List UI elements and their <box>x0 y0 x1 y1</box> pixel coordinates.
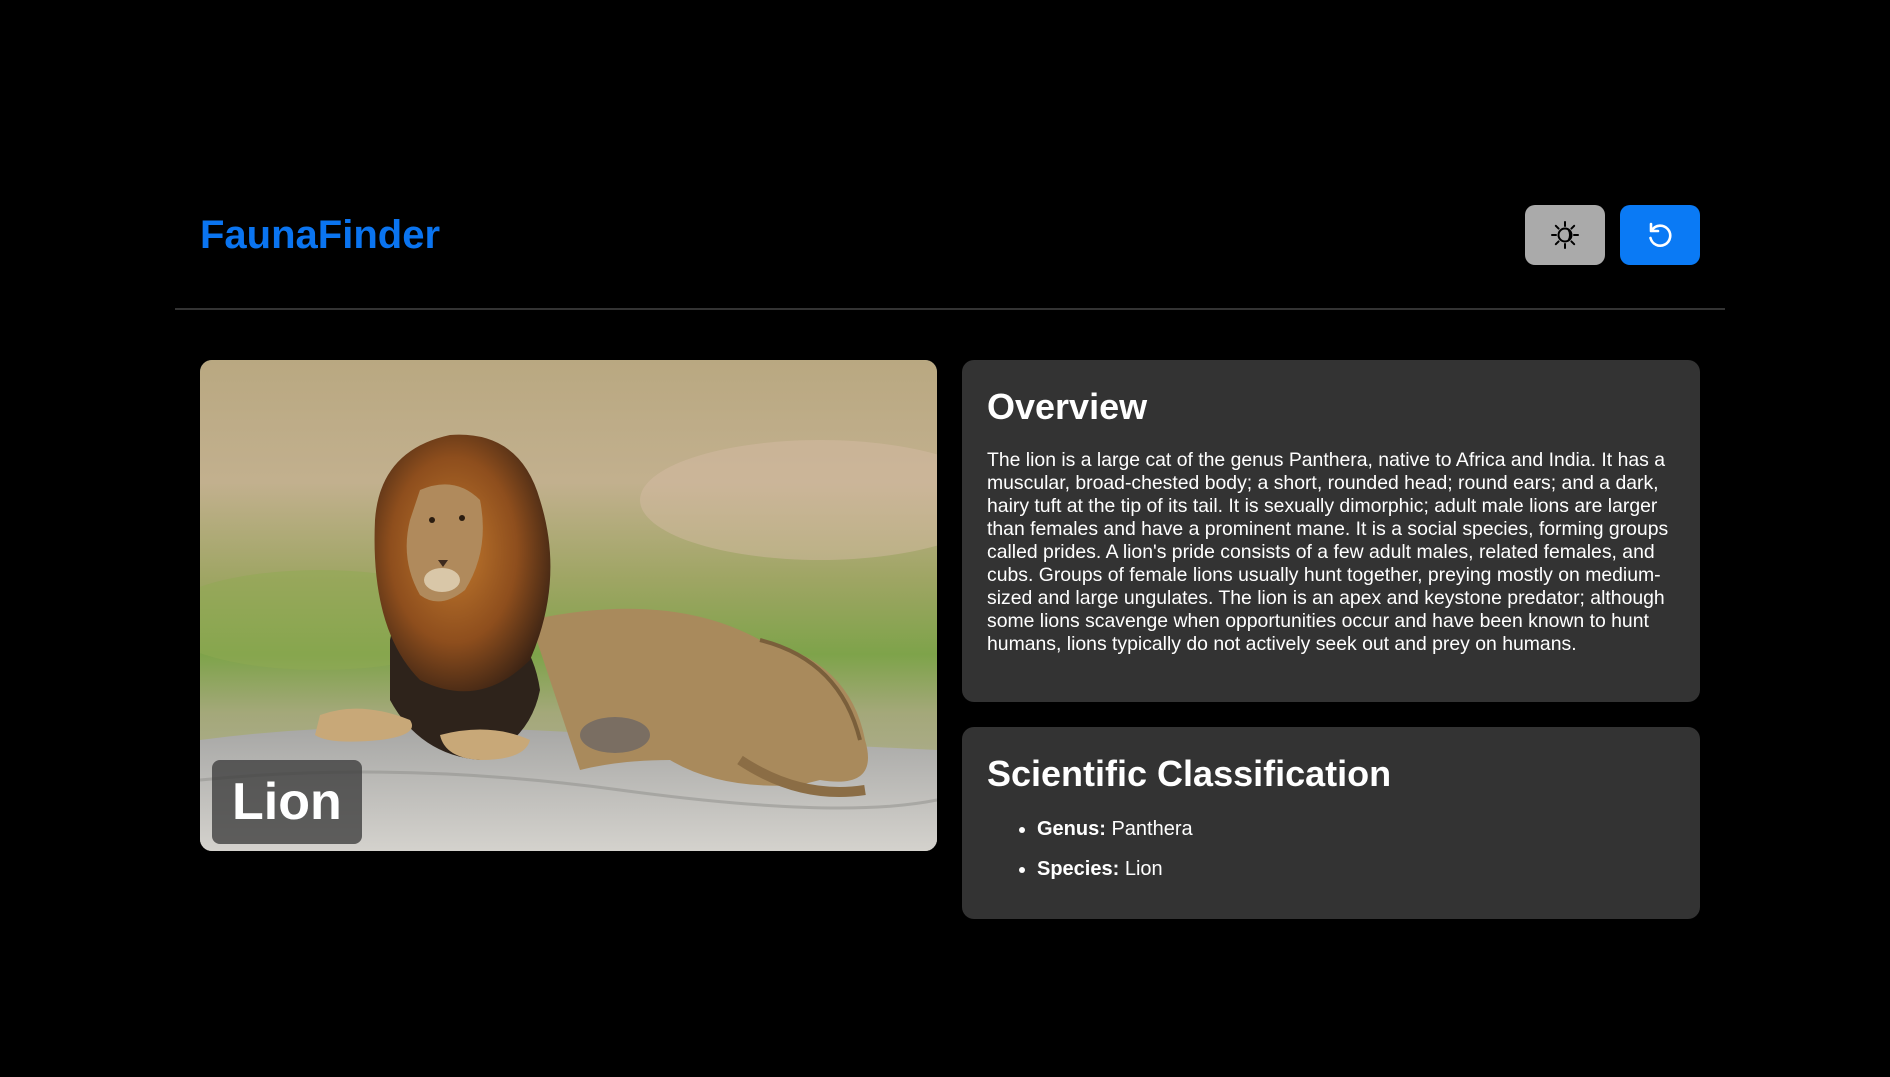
classification-title: Scientific Classification <box>987 753 1392 794</box>
classification-value: Panthera <box>1111 818 1193 840</box>
sun-moon-icon <box>1550 220 1580 250</box>
theme-toggle-button[interactable] <box>1525 205 1605 265</box>
header: FaunaFinder <box>175 0 1725 310</box>
classification-list: Genus: Panthera Species: Lion <box>987 816 1675 882</box>
overview-card: Overview The lion is a large cat of the … <box>962 360 1700 702</box>
classification-value: Lion <box>1124 858 1163 880</box>
classification-item-species: Species: Lion <box>1037 856 1675 882</box>
overview-title: Overview <box>987 386 1148 427</box>
header-actions <box>1525 205 1700 265</box>
animal-hero-image: Lion <box>200 360 937 851</box>
classification-label: Genus: <box>1037 818 1106 840</box>
refresh-icon <box>1645 220 1675 250</box>
overview-text: The lion is a large cat of the genus Pan… <box>987 449 1669 655</box>
classification-label: Species: <box>1037 858 1120 880</box>
animal-name-label: Lion <box>212 760 362 844</box>
classification-card: Scientific Classification Genus: Panther… <box>962 727 1700 919</box>
classification-item-genus: Genus: Panthera <box>1037 816 1675 842</box>
refresh-button[interactable] <box>1620 205 1700 265</box>
brand-title: FaunaFinder <box>200 213 441 257</box>
app-container: FaunaFinder Lion Overview The lion is a … <box>175 0 1725 1077</box>
